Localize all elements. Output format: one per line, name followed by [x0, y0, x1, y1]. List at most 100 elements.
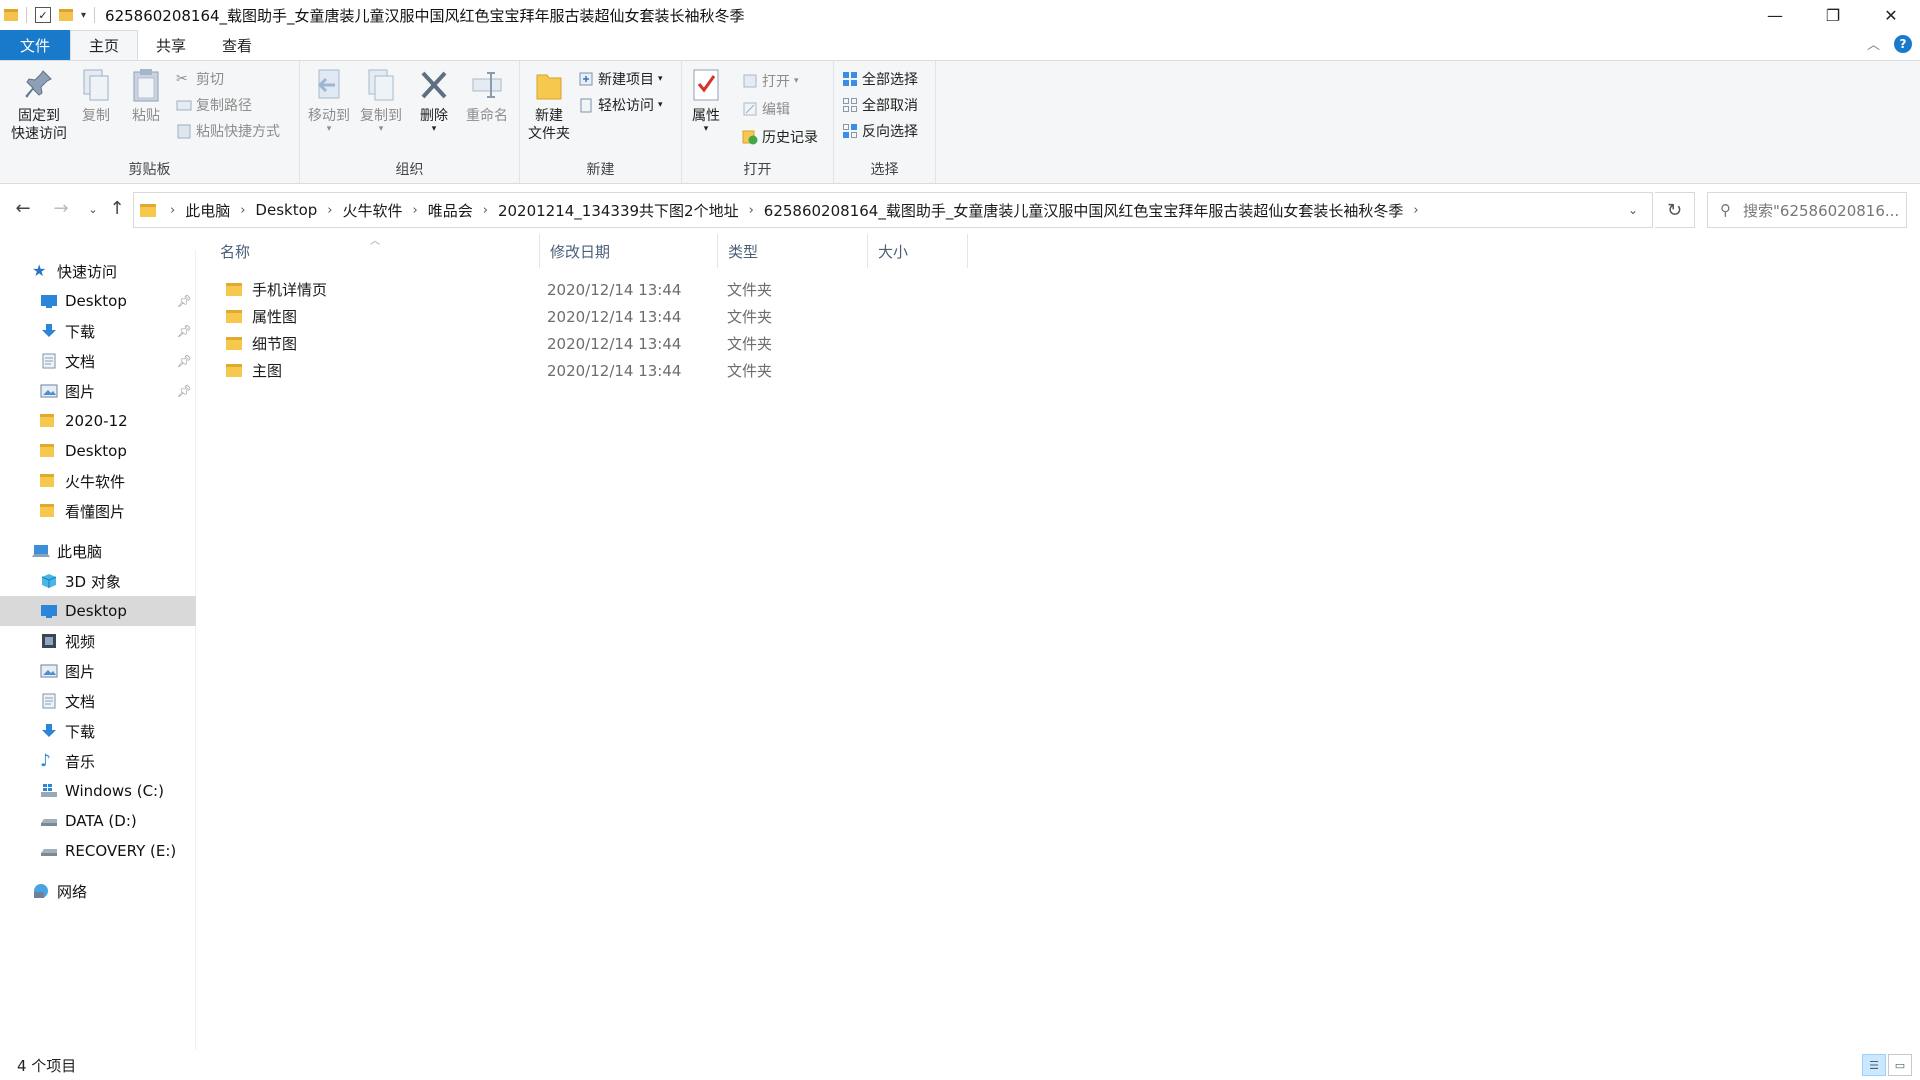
- open-button[interactable]: 打开 ▾: [742, 71, 799, 91]
- paste-button[interactable]: 粘贴: [128, 67, 164, 125]
- column-header-name[interactable]: 名称 ︿: [210, 234, 540, 268]
- invert-selection-button[interactable]: 反向选择: [842, 121, 918, 141]
- dropdown-arrow-icon: ▾: [658, 100, 663, 110]
- help-icon[interactable]: ?: [1894, 34, 1912, 53]
- nav-qa-folder-2020-12[interactable]: 2020-12: [0, 406, 196, 436]
- nav-pc-3d-objects[interactable]: 3D 对象: [0, 566, 196, 596]
- nav-pc-pictures[interactable]: 图片: [0, 656, 196, 686]
- large-icons-view-icon[interactable]: ▭: [1888, 1054, 1912, 1076]
- move-to-button[interactable]: 移动到 ▾: [304, 67, 354, 134]
- collapse-ribbon-icon[interactable]: ︿: [1867, 34, 1880, 53]
- nav-qa-documents[interactable]: 文档 📌︎: [0, 346, 196, 376]
- copy-button[interactable]: 复制: [78, 67, 114, 125]
- nav-pc-drive-e[interactable]: RECOVERY (E:): [0, 836, 196, 866]
- table-row[interactable]: 属性图 2020/12/14 13:44 文件夹: [210, 303, 1920, 330]
- organize-group-label: 组织: [395, 162, 424, 178]
- nav-pc-drive-d[interactable]: DATA (D:): [0, 806, 196, 836]
- breadcrumb-huoniu[interactable]: 火牛软件: [343, 200, 403, 221]
- breadcrumb-date-folder[interactable]: 20201214_134339共下图2个地址: [498, 200, 739, 221]
- column-header-date[interactable]: 修改日期: [540, 234, 718, 268]
- breadcrumb-separator-icon[interactable]: ›: [240, 203, 245, 218]
- paste-shortcut-button[interactable]: 粘贴快捷方式: [176, 121, 280, 141]
- nav-quick-access-label: 快速访问: [57, 262, 118, 281]
- address-bar[interactable]: › 此电脑 › Desktop › 火牛软件 › 唯品会 › 20201214_…: [133, 192, 1653, 228]
- pin-to-quick-access-button[interactable]: 固定到 快速访问: [6, 67, 72, 143]
- pin-icon[interactable]: 📌︎: [177, 384, 192, 398]
- close-button[interactable]: ✕: [1862, 0, 1920, 30]
- copy-to-button[interactable]: 复制到 ▾: [356, 67, 406, 134]
- restore-button[interactable]: ❐: [1804, 0, 1862, 30]
- pin-icon[interactable]: 📌︎: [177, 324, 192, 338]
- nav-this-pc[interactable]: 此电脑: [0, 536, 196, 566]
- nav-qa-desktop[interactable]: Desktop 📌︎: [0, 286, 196, 316]
- column-header-size[interactable]: 大小: [868, 234, 968, 268]
- nav-qa-folder-huoniu[interactable]: 火牛软件: [0, 466, 196, 496]
- breadcrumb-separator-icon[interactable]: ›: [749, 203, 754, 218]
- breadcrumb-separator-icon[interactable]: ›: [413, 203, 418, 218]
- column-header-type[interactable]: 类型: [718, 234, 868, 268]
- copy-path-button[interactable]: 复制路径: [176, 95, 252, 115]
- edit-icon: [742, 101, 758, 117]
- nav-qa-documents-label: 文档: [65, 352, 96, 371]
- pin-icon[interactable]: 📌︎: [177, 294, 192, 308]
- nav-qa-folder-desktop[interactable]: Desktop: [0, 436, 196, 466]
- properties-check-icon[interactable]: ✓: [35, 7, 51, 23]
- table-row[interactable]: 手机详情页 2020/12/14 13:44 文件夹: [210, 276, 1920, 303]
- tab-share[interactable]: 共享: [138, 30, 204, 60]
- nav-qa-downloads[interactable]: 下载 📌︎: [0, 316, 196, 346]
- nav-pc-desktop[interactable]: Desktop: [0, 596, 196, 626]
- details-view-icon[interactable]: ☰: [1862, 1054, 1886, 1076]
- delete-button[interactable]: 删除 ▾: [414, 67, 454, 134]
- nav-network[interactable]: 网络: [0, 876, 196, 906]
- table-row[interactable]: 细节图 2020/12/14 13:44 文件夹: [210, 330, 1920, 357]
- rename-button[interactable]: 重命名: [460, 67, 514, 125]
- search-box[interactable]: ⚲ 搜索"62586020816...: [1707, 192, 1907, 228]
- folder-icon: [4, 9, 18, 21]
- dropdown-arrow-icon: ▾: [326, 124, 332, 134]
- breadcrumb-desktop[interactable]: Desktop: [255, 201, 317, 219]
- nav-pc-drive-c[interactable]: Windows (C:): [0, 776, 196, 806]
- breadcrumb-vip[interactable]: 唯品会: [428, 200, 473, 221]
- history-button[interactable]: 历史记录: [742, 127, 818, 147]
- breadcrumb-separator-icon[interactable]: ›: [327, 203, 332, 218]
- breadcrumb-separator-icon[interactable]: ›: [483, 203, 488, 218]
- recent-locations-chevron-icon[interactable]: ⌄: [80, 203, 106, 216]
- select-none-button[interactable]: 全部取消: [842, 95, 918, 115]
- refresh-icon[interactable]: ↻: [1655, 192, 1695, 228]
- organize-group: 移动到 ▾ 复制到 ▾ 删除 ▾ 重命名 组织: [300, 61, 520, 183]
- nav-pc-music[interactable]: ♪ 音乐: [0, 746, 196, 776]
- edit-button[interactable]: 编辑: [742, 99, 790, 119]
- select-all-button[interactable]: 全部选择: [842, 69, 918, 89]
- nav-pc-downloads[interactable]: 下载: [0, 716, 196, 746]
- forward-arrow-icon[interactable]: →: [48, 198, 74, 219]
- nav-quick-access[interactable]: ★ 快速访问: [0, 256, 196, 286]
- search-input[interactable]: 搜索"62586020816...: [1743, 200, 1899, 221]
- history-label: 历史记录: [762, 130, 818, 146]
- folder-icon: [226, 283, 242, 296]
- pin-icon[interactable]: 📌︎: [177, 354, 192, 368]
- breadcrumb-separator-icon[interactable]: ›: [170, 203, 175, 218]
- nav-qa-pictures[interactable]: 图片 📌︎: [0, 376, 196, 406]
- nav-pc-videos[interactable]: 视频: [0, 626, 196, 656]
- customize-toolbar-icon[interactable]: ▾: [81, 10, 86, 21]
- easy-access-button[interactable]: 轻松访问 ▾: [578, 95, 663, 115]
- breadcrumb-current-folder[interactable]: 625860208164_载图助手_女童唐装儿童汉服中国风红色宝宝拜年服古装超仙…: [764, 200, 1404, 221]
- new-folder-button[interactable]: 新建 文件夹: [524, 67, 574, 143]
- tab-home[interactable]: 主页: [70, 30, 139, 60]
- new-folder-icon[interactable]: [59, 9, 73, 21]
- address-dropdown-icon[interactable]: ⌄: [1614, 193, 1652, 227]
- cut-button[interactable]: ✂ 剪切: [176, 69, 224, 89]
- table-row[interactable]: 主图 2020/12/14 13:44 文件夹: [210, 357, 1920, 384]
- back-arrow-icon[interactable]: ←: [10, 198, 36, 219]
- nav-pc-documents[interactable]: 文档: [0, 686, 196, 716]
- new-item-button[interactable]: 新建项目 ▾: [578, 69, 663, 89]
- breadcrumb-this-pc[interactable]: 此电脑: [185, 200, 230, 221]
- up-arrow-icon[interactable]: ↑: [104, 198, 130, 219]
- nav-qa-folder-kandong[interactable]: 看懂图片: [0, 496, 196, 526]
- properties-button[interactable]: 属性 ▾: [688, 67, 724, 134]
- delete-x-icon: [418, 67, 450, 103]
- breadcrumb-separator-icon[interactable]: ›: [1413, 203, 1418, 218]
- tab-view[interactable]: 查看: [204, 30, 270, 60]
- minimize-button[interactable]: —: [1746, 0, 1804, 30]
- tab-file[interactable]: 文件: [0, 30, 70, 60]
